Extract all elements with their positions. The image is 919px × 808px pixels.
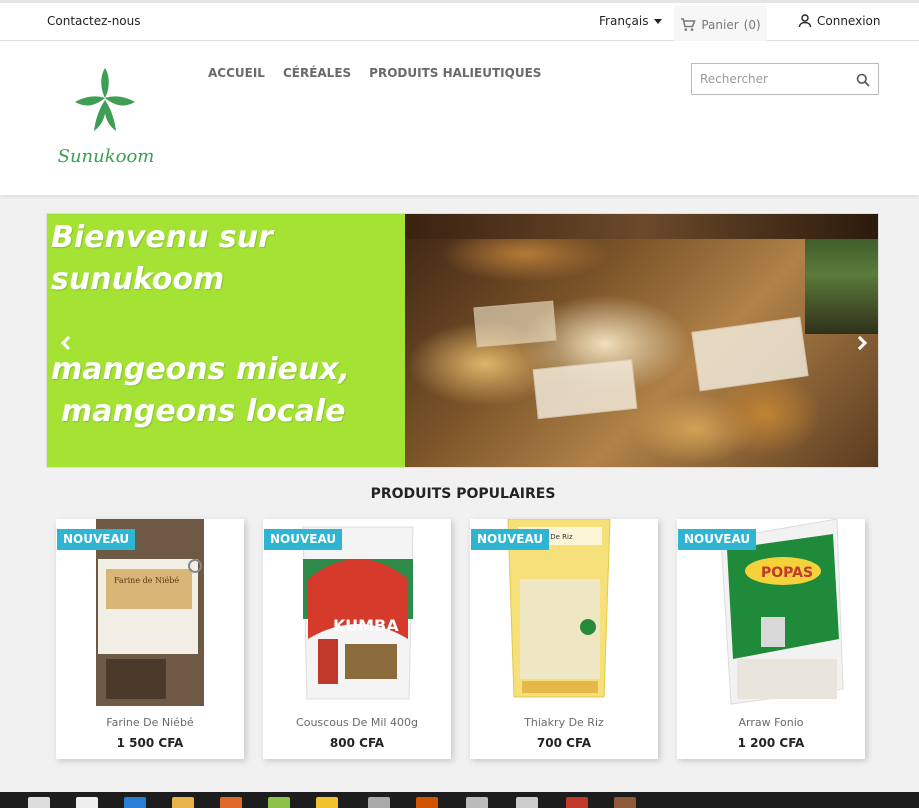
package-label: POPAS bbox=[761, 565, 813, 581]
product-card[interactable]: POPAS NOUVEAU Arraw Fonio 1 200 CFA bbox=[677, 519, 865, 759]
slide-text-panel: Bienvenu sur sunukoom mangeons mieux, ma… bbox=[47, 214, 405, 467]
product-price: 1 200 CFA bbox=[737, 736, 805, 750]
login-link[interactable]: Connexion bbox=[798, 14, 881, 28]
cart-button[interactable]: Panier (0) bbox=[674, 6, 767, 43]
search-input[interactable] bbox=[692, 64, 842, 94]
taskbar-app-icon[interactable] bbox=[614, 797, 636, 808]
slide-heading-line2: sunukoom bbox=[51, 262, 225, 297]
product-price: 1 500 CFA bbox=[116, 736, 184, 750]
new-badge: NOUVEAU bbox=[264, 529, 343, 550]
search-icon[interactable] bbox=[856, 73, 870, 87]
slide-market-photo bbox=[405, 214, 878, 467]
search-box bbox=[691, 63, 879, 95]
homepage-carousel[interactable]: Bienvenu sur sunukoom mangeons mieux, ma… bbox=[46, 213, 879, 468]
shopping-cart-icon bbox=[681, 17, 696, 31]
main-menu: ACCUEIL CÉRÉALES PRODUITS HALIEUTIQUES bbox=[208, 66, 541, 80]
site-logo[interactable]: Sunukoom bbox=[56, 66, 156, 176]
new-badge: NOUVEAU bbox=[57, 529, 136, 550]
menu-item-cereales[interactable]: CÉRÉALES bbox=[283, 66, 351, 80]
taskbar-app-icon[interactable] bbox=[416, 797, 438, 808]
site-header: Sunukoom ACCUEIL CÉRÉALES PRODUITS HALIE… bbox=[0, 41, 919, 195]
logo-wordmark: Sunukoom bbox=[57, 146, 155, 167]
taskbar-app-icon[interactable] bbox=[76, 797, 98, 808]
top-nav-bar: Contactez-nous Français Panier (0) Conne… bbox=[0, 0, 919, 43]
taskbar-app-icon[interactable] bbox=[28, 797, 50, 808]
login-label: Connexion bbox=[817, 14, 881, 28]
product-price: 700 CFA bbox=[536, 736, 592, 750]
os-taskbar bbox=[0, 792, 919, 808]
popular-products-title: PRODUITS POPULAIRES bbox=[370, 486, 556, 502]
cart-label: Panier bbox=[701, 17, 739, 32]
product-card[interactable]: Thiakry De Riz NOUVEAU Thiakry De Riz 70… bbox=[470, 519, 658, 759]
product-card[interactable]: Farine de Niébé NOUVEAU Farine De Niébé … bbox=[56, 519, 244, 759]
language-selector[interactable]: Français bbox=[599, 14, 663, 28]
menu-item-produits-halieutiques[interactable]: PRODUITS HALIEUTIQUES bbox=[369, 66, 541, 80]
product-name[interactable]: Arraw Fonio bbox=[677, 716, 865, 729]
caret-down-icon bbox=[654, 18, 663, 24]
product-name[interactable]: Farine De Niébé bbox=[56, 716, 244, 729]
slide-tagline-line1: mangeons mieux, bbox=[51, 352, 350, 387]
new-badge: NOUVEAU bbox=[471, 529, 550, 550]
user-icon bbox=[798, 14, 812, 28]
taskbar-app-icon[interactable] bbox=[220, 797, 242, 808]
taskbar-app-icon[interactable] bbox=[516, 797, 538, 808]
language-label: Français bbox=[599, 14, 649, 28]
taskbar-app-icon[interactable] bbox=[316, 797, 338, 808]
leaf-logo-icon bbox=[75, 68, 135, 131]
taskbar-app-icon[interactable] bbox=[172, 797, 194, 808]
taskbar-app-icon[interactable] bbox=[124, 797, 146, 808]
product-name[interactable]: Thiakry De Riz bbox=[470, 716, 658, 729]
product-price: 800 CFA bbox=[329, 736, 385, 750]
taskbar-app-icon[interactable] bbox=[566, 797, 588, 808]
taskbar-app-icon[interactable] bbox=[268, 797, 290, 808]
contact-link[interactable]: Contactez-nous bbox=[47, 14, 141, 28]
new-badge: NOUVEAU bbox=[678, 529, 757, 550]
slide-heading-line1: Bienvenu sur bbox=[51, 220, 273, 255]
carousel-prev-arrow-icon[interactable] bbox=[57, 334, 77, 354]
taskbar-app-icon[interactable] bbox=[368, 797, 390, 808]
product-card[interactable]: KUMBA NOUVEAU Couscous De Mil 400g 800 C… bbox=[263, 519, 451, 759]
menu-item-accueil[interactable]: ACCUEIL bbox=[208, 66, 265, 80]
package-label: Farine de Niébé bbox=[114, 576, 179, 585]
product-name[interactable]: Couscous De Mil 400g bbox=[263, 716, 451, 729]
taskbar-app-icon[interactable] bbox=[466, 797, 488, 808]
carousel-next-arrow-icon[interactable] bbox=[852, 334, 873, 354]
slide-tagline-line2: mangeons locale bbox=[61, 394, 346, 429]
cart-count: (0) bbox=[743, 17, 761, 32]
package-label: KUMBA bbox=[333, 616, 399, 635]
